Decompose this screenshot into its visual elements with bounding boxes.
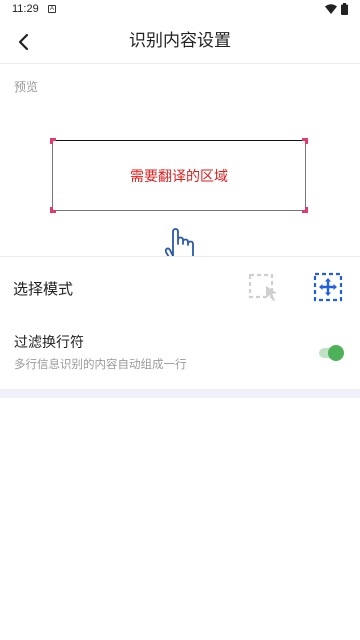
mode-move-button[interactable] [312,272,344,302]
pointer-select-icon [248,273,277,301]
back-button[interactable] [10,28,38,56]
filter-newline-label: 过滤换行符 [14,335,84,351]
hand-pointer-icon [163,226,197,257]
translation-region-box[interactable]: 需要翻译的区域 [50,138,308,213]
preview-label: 预览 [14,80,39,94]
filter-newline-description: 多行信息识别的内容自动组成一行 [14,357,187,371]
wifi-icon [325,4,337,14]
battery-icon [341,3,348,15]
section-divider [0,256,360,257]
toggle-knob [328,345,344,361]
mode-label: 选择模式 [13,280,74,298]
page-title: 识别内容设置 [129,31,231,51]
status-time: 11:29 [12,3,39,15]
status-bar: 11:29 A [0,0,360,20]
section-band [0,389,360,398]
move-select-icon [313,272,343,302]
mode-pointer-button[interactable] [247,272,281,304]
notification-icon: A [48,5,56,13]
app-bar: 识别内容设置 [0,20,360,64]
filter-newline-toggle[interactable] [319,344,345,362]
region-text: 需要翻译的区域 [130,168,228,185]
chevron-left-icon [18,33,29,51]
